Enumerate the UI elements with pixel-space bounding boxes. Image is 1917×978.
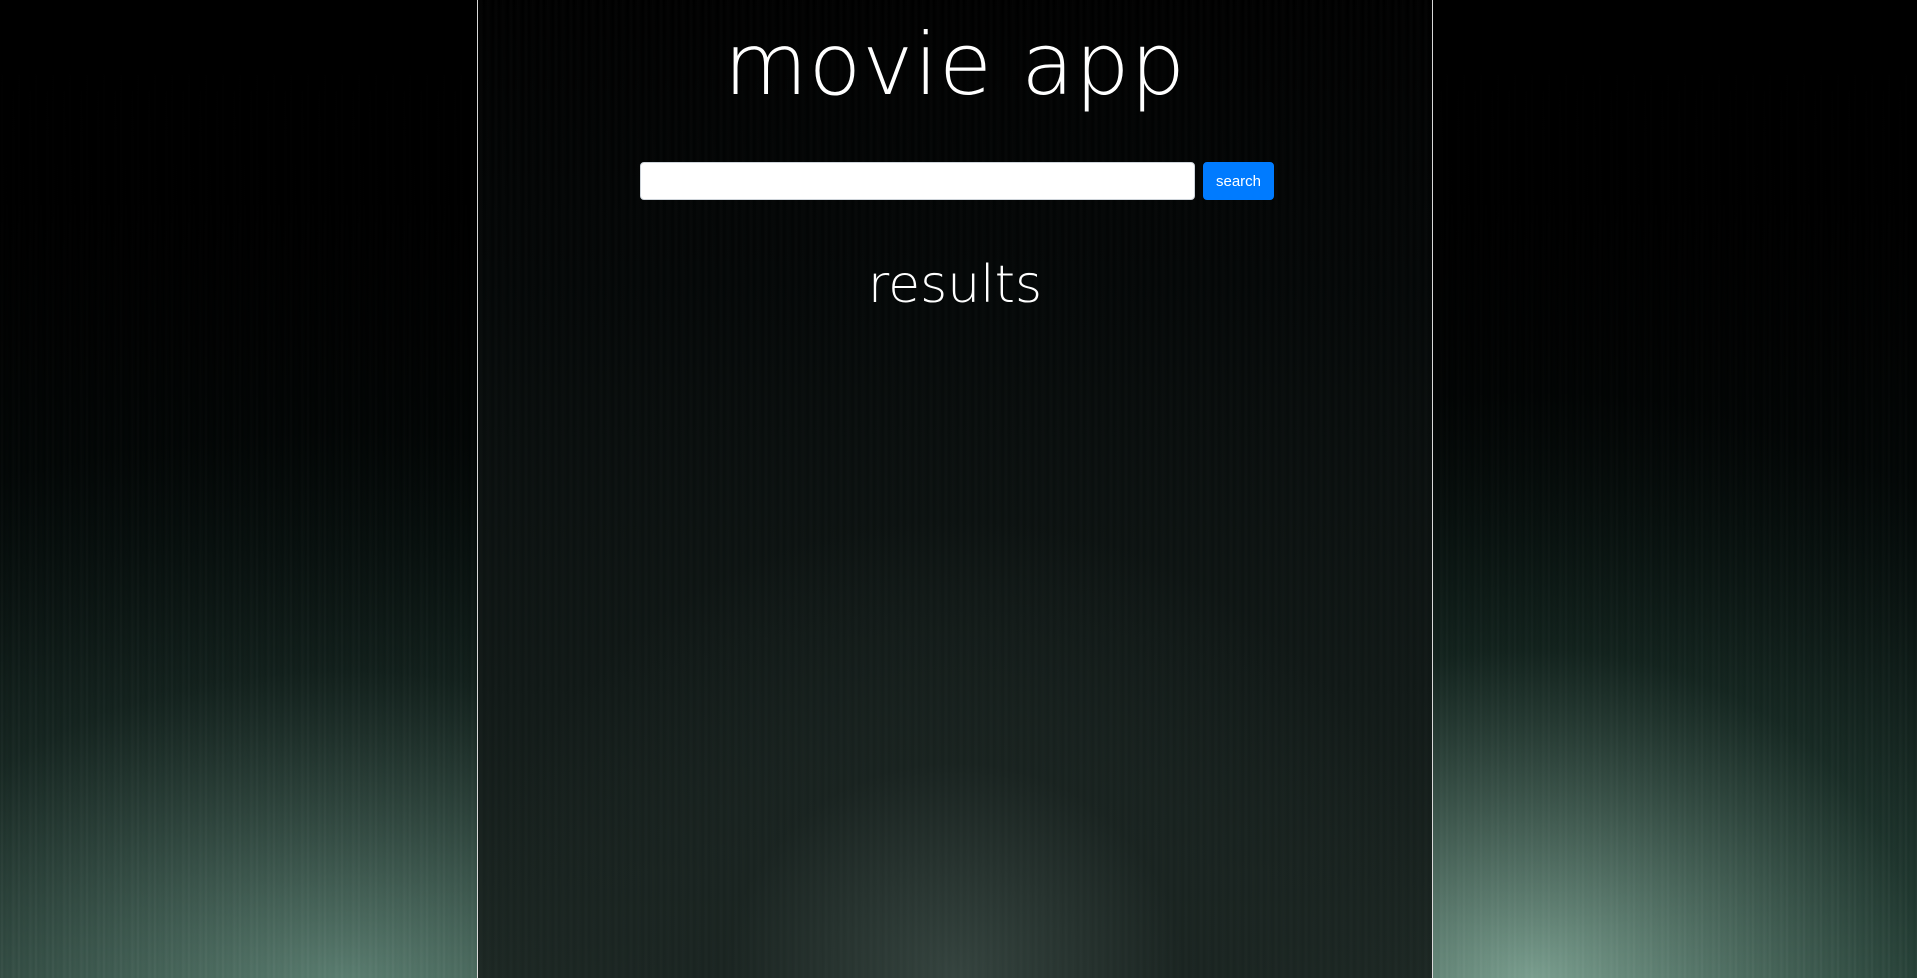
search-bar: search — [640, 162, 1275, 200]
page: movie app search results — [0, 0, 1917, 978]
search-button[interactable]: search — [1203, 162, 1275, 200]
main-panel: movie app search results — [477, 0, 1433, 978]
results-list — [518, 330, 1392, 958]
search-input[interactable] — [640, 162, 1195, 200]
results-heading: results — [867, 255, 1043, 315]
app-title: movie app — [723, 15, 1187, 115]
